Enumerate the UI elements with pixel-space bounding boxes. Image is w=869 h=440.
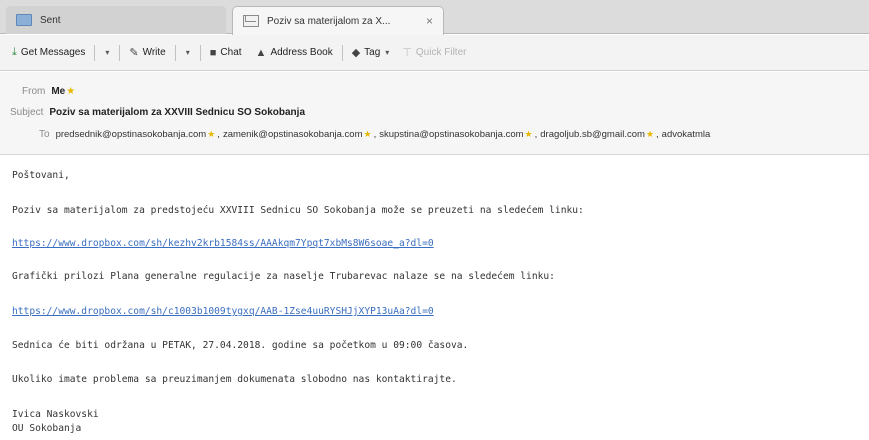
write-label: Write [142, 47, 166, 58]
subject-label: Subject [10, 107, 44, 118]
message-header: From Me ★ Subject Poziv sa materijalom z… [0, 72, 869, 155]
chat-label: Chat [220, 47, 242, 58]
body-paragraph: Ukoliko imate problema sa preuzimanjem d… [12, 374, 457, 385]
write-dropdown[interactable]: ▾ [181, 48, 195, 57]
signature-name: Ivica Naskovski [12, 409, 99, 420]
recipient[interactable]: predsednik@opstinasokobanja.com [56, 129, 207, 140]
toolbar-divider [119, 44, 121, 61]
toolbar-divider [94, 44, 96, 61]
tab-sent-label: Sent [40, 14, 61, 26]
get-messages-dropdown[interactable]: ▾ [100, 48, 114, 57]
pencil-icon: ✎ [129, 47, 139, 59]
recipient[interactable]: skupstina@opstinasokobanja.com [379, 129, 523, 140]
body-paragraph: Sednica će biti održana u PETAK, 27.04.2… [12, 340, 469, 351]
get-messages-label: Get Messages [20, 47, 86, 58]
tag-label: Tag [364, 47, 381, 58]
toolbar: ⤓ Get Messages ▾ ✎ Write ▾ ■ Chat ▲ Addr… [0, 35, 869, 71]
quick-filter-button[interactable]: ⊤ Quick Filter [398, 42, 470, 64]
body-paragraph: Poziv sa materijalom za predstojeću XXVI… [12, 205, 584, 216]
close-icon[interactable]: × [426, 14, 433, 28]
dropbox-link[interactable]: https://www.dropbox.com/sh/c1003b1009tyg… [12, 306, 434, 317]
tag-dropdown-icon: ▾ [385, 48, 390, 57]
star-icon[interactable]: ★ [646, 129, 654, 140]
tab-sent[interactable]: Sent [6, 6, 226, 34]
tag-icon: ◆ [351, 47, 361, 59]
star-icon[interactable]: ★ [364, 129, 372, 140]
address-book-label: Address Book [270, 47, 333, 58]
from-value[interactable]: Me [51, 86, 65, 97]
to-row: To predsednik@opstinasokobanja.com ★, za… [39, 129, 711, 140]
to-label: To [39, 129, 50, 140]
recipient[interactable]: advokatmla [662, 129, 711, 140]
filter-icon: ⊤ [402, 47, 412, 59]
download-icon: ⤓ [12, 46, 17, 58]
from-row: From Me ★ [22, 86, 75, 97]
quick-filter-label: Quick Filter [415, 47, 467, 58]
signature-org: OU Sokobanja [12, 423, 82, 434]
subject-value: Poziv sa materijalom za XXVIII Sednicu S… [49, 107, 305, 118]
envelope-icon [243, 15, 259, 27]
chat-button[interactable]: ■ Chat [206, 42, 246, 64]
tab-bar: Sent Poziv sa materijalom za X... × [0, 0, 869, 35]
tag-button[interactable]: ◆ Tag ▾ [348, 42, 399, 64]
subject-row: Subject Poziv sa materijalom za XXVIII S… [10, 107, 305, 118]
tab-message-label: Poziv sa materijalom za X... [267, 15, 391, 27]
recipient[interactable]: dragoljub.sb@gmail.com [540, 129, 645, 140]
greeting: Poštovani, [12, 170, 70, 181]
write-button[interactable]: ✎ Write [125, 42, 169, 64]
star-icon[interactable]: ★ [525, 129, 533, 140]
folder-icon [16, 14, 32, 26]
tab-message[interactable]: Poziv sa materijalom za X... × [232, 6, 444, 35]
contact-icon: ▲ [255, 46, 267, 59]
body-paragraph: Grafički prilozi Plana generalne regulac… [12, 271, 555, 282]
toolbar-divider [174, 44, 176, 61]
dropbox-link[interactable]: https://www.dropbox.com/sh/kezhv2krb1584… [12, 238, 434, 249]
address-book-button[interactable]: ▲ Address Book [252, 42, 337, 64]
toolbar-divider [341, 44, 343, 61]
chat-bubble-icon: ■ [209, 46, 217, 59]
toolbar-divider [199, 44, 201, 61]
star-icon[interactable]: ★ [207, 129, 215, 140]
from-label: From [22, 86, 46, 97]
recipient[interactable]: zamenik@opstinasokobanja.com [223, 129, 363, 140]
star-icon[interactable]: ★ [66, 86, 75, 97]
get-messages-button[interactable]: ⤓ Get Messages [8, 42, 89, 64]
